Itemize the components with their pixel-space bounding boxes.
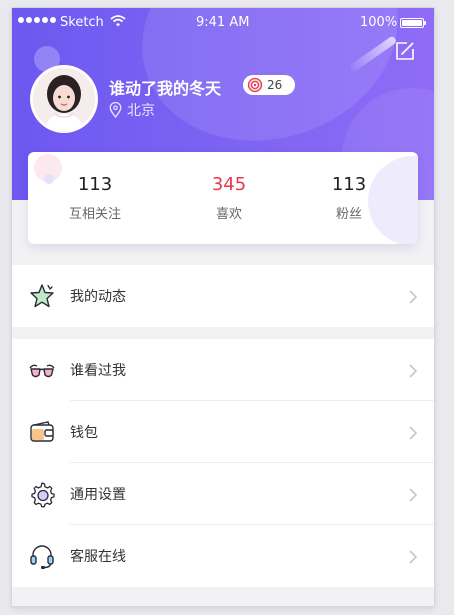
menu-group-activity: 我的动态 xyxy=(12,265,434,327)
stat-value: 113 xyxy=(331,174,367,195)
target-icon xyxy=(247,77,263,93)
star-icon xyxy=(30,284,54,308)
stat-label: 粉丝 xyxy=(335,207,362,222)
menu-item-visitors[interactable]: 谁看过我 xyxy=(12,339,434,401)
location-text: 北京 xyxy=(127,103,155,119)
stat-label: 互相关注 xyxy=(68,207,121,222)
level-badge: 26 xyxy=(243,75,295,95)
carrier-name: Sketch xyxy=(60,15,104,30)
stats-card: 113 互相关注 345 喜欢 113 粉丝 xyxy=(28,152,418,244)
stat-value: 113 xyxy=(77,174,113,195)
headset-icon xyxy=(30,545,54,569)
menu-label: 我的动态 xyxy=(70,289,126,305)
chevron-right-icon xyxy=(409,550,418,564)
clock: 9:41 AM xyxy=(196,15,250,30)
stat-likes[interactable]: 345 喜欢 xyxy=(179,174,279,222)
menu-item-settings[interactable]: 通用设置 xyxy=(12,463,434,525)
location-pin-icon xyxy=(109,102,122,118)
battery-icon xyxy=(400,18,426,28)
status-bar: Sketch 9:41 AM 100% xyxy=(12,13,434,33)
glasses-icon xyxy=(29,364,55,378)
badge-count: 26 xyxy=(267,78,283,92)
chevron-right-icon xyxy=(409,488,418,502)
edit-icon[interactable] xyxy=(394,40,416,62)
avatar[interactable] xyxy=(30,65,98,133)
chevron-right-icon xyxy=(409,290,418,304)
menu-item-customer-service[interactable]: 客服在线 xyxy=(12,525,434,587)
stat-value: 345 xyxy=(211,174,247,195)
wallet-icon xyxy=(30,421,54,442)
chevron-right-icon xyxy=(409,426,418,440)
stat-mutual-follows[interactable]: 113 互相关注 xyxy=(45,174,145,222)
menu-label: 谁看过我 xyxy=(70,363,126,379)
menu-group-settings: 谁看过我 钱包 通用设置 客服在线 xyxy=(12,339,434,587)
menu-label: 钱包 xyxy=(70,425,98,441)
location: 北京 xyxy=(109,100,155,120)
avatar-image xyxy=(33,68,95,130)
chevron-right-icon xyxy=(409,364,418,378)
gear-icon xyxy=(31,482,55,508)
phone-screen: Sketch 9:41 AM 100% 谁动了我的冬天 26 北京 113 互相… xyxy=(12,8,434,606)
stat-label: 喜欢 xyxy=(215,207,242,222)
menu-label: 客服在线 xyxy=(70,549,126,565)
menu-item-wallet[interactable]: 钱包 xyxy=(12,401,434,463)
username: 谁动了我的冬天 xyxy=(109,79,222,98)
menu-label: 通用设置 xyxy=(70,487,126,503)
battery-percent: 100% xyxy=(360,15,398,30)
signal-icon xyxy=(18,17,56,23)
menu-item-my-posts[interactable]: 我的动态 xyxy=(12,265,434,327)
stat-fans[interactable]: 113 粉丝 xyxy=(299,174,399,222)
wifi-icon xyxy=(110,15,126,27)
